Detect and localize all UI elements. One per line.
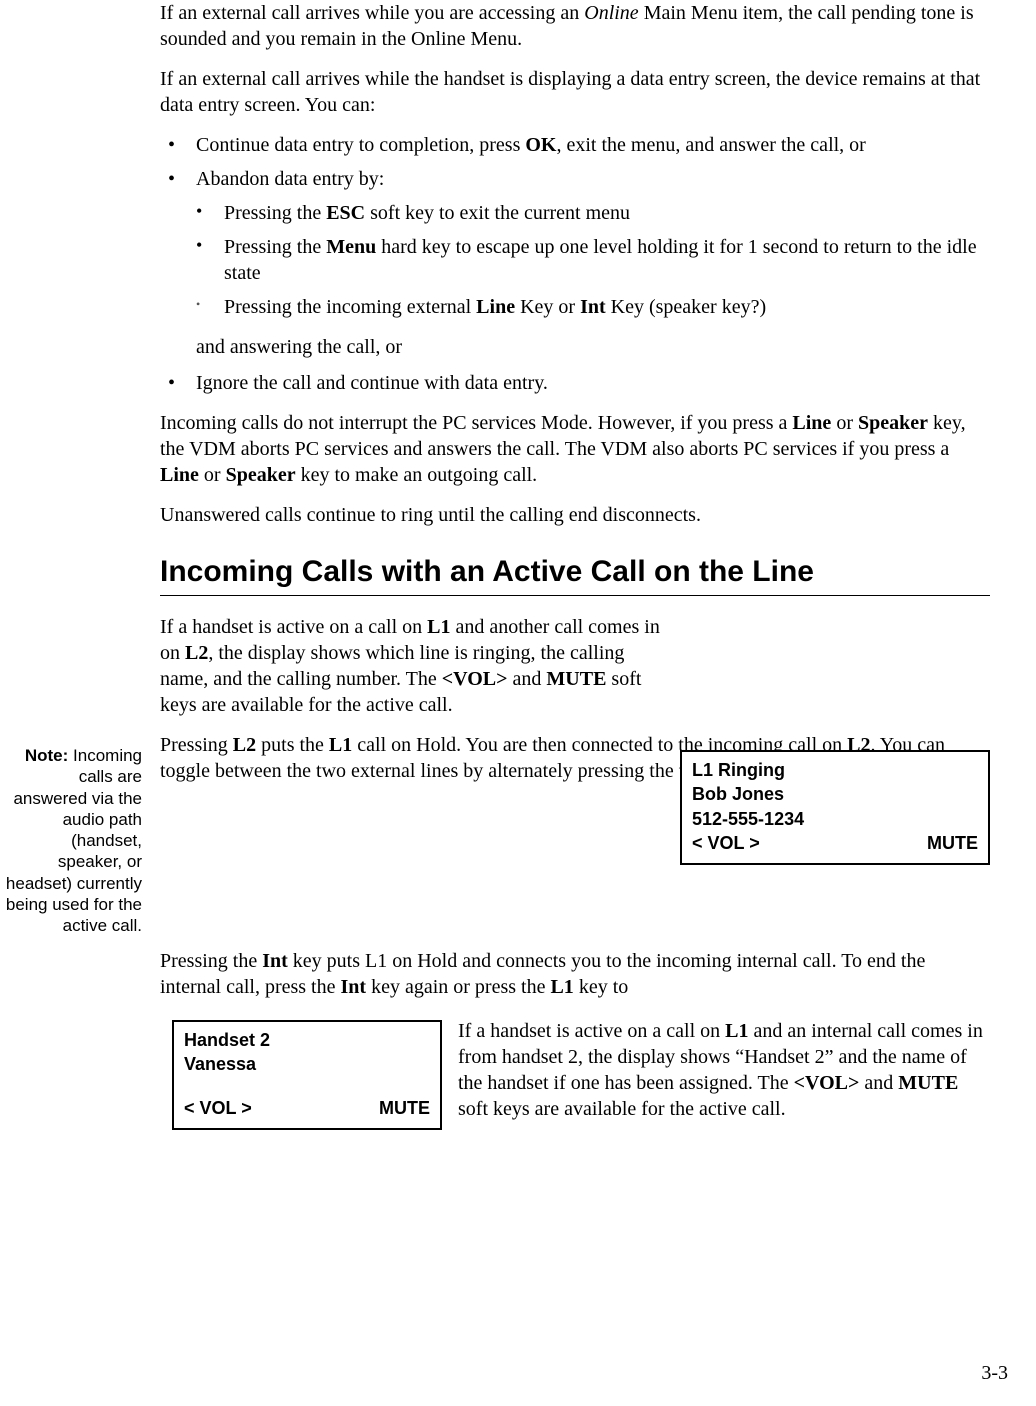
display-line: L1 Ringing bbox=[692, 758, 978, 782]
paragraph: If an external call arrives while the ha… bbox=[160, 66, 990, 118]
text: soft keys are available for the active c… bbox=[458, 1098, 786, 1120]
softkey-vol: < VOL > bbox=[692, 831, 760, 855]
text: and bbox=[508, 668, 547, 690]
display-line: 512-555-1234 bbox=[692, 807, 978, 831]
bold: ESC bbox=[326, 202, 365, 224]
bold: Line bbox=[792, 412, 831, 434]
list-item: Pressing the Menu hard key to escape up … bbox=[196, 234, 990, 286]
text: Pressing the incoming external bbox=[224, 296, 476, 318]
text: Pressing bbox=[160, 734, 233, 756]
text: and bbox=[859, 1072, 898, 1094]
paragraph: Pressing the Int key puts L1 on Hold and… bbox=[160, 948, 990, 1000]
text: If an external call arrives while you ar… bbox=[160, 2, 584, 24]
bold: Menu bbox=[326, 236, 376, 258]
text: Incoming calls do not interrupt the PC s… bbox=[160, 412, 792, 434]
margin-note: Note: Incoming calls are answered via th… bbox=[4, 745, 142, 936]
section-heading: Incoming Calls with an Active Call on th… bbox=[160, 552, 990, 591]
text: soft key to exit the current menu bbox=[365, 202, 630, 224]
bold: Int bbox=[262, 950, 288, 972]
text: key to bbox=[574, 976, 628, 998]
display-line: Vanessa bbox=[184, 1052, 430, 1076]
bold: L2 bbox=[185, 642, 208, 664]
bold: L1 bbox=[550, 976, 573, 998]
bold: L1 bbox=[427, 616, 450, 638]
bold: <VOL> bbox=[442, 668, 508, 690]
text: , exit the menu, and answer the call, or bbox=[557, 134, 866, 156]
display-line: Handset 2 bbox=[184, 1028, 430, 1052]
bold: Line bbox=[160, 464, 199, 486]
text: key to make an outgoing call. bbox=[296, 464, 538, 486]
bold: OK bbox=[525, 134, 556, 156]
bold: Speaker bbox=[226, 464, 296, 486]
text: Pressing the bbox=[224, 202, 326, 224]
paragraph: If a handset is active on a call on L1 a… bbox=[458, 1018, 990, 1122]
list-item: Ignore the call and continue with data e… bbox=[168, 370, 990, 396]
divider bbox=[160, 595, 990, 596]
text: or bbox=[199, 464, 226, 486]
list-item: Pressing the incoming external Line Key … bbox=[196, 294, 990, 320]
note-label: Note: bbox=[25, 746, 68, 765]
display-box-internal: Handset 2 Vanessa < VOL > MUTE bbox=[172, 1020, 442, 1130]
bullet-list: Continue data entry to completion, press… bbox=[168, 132, 990, 396]
bold: Line bbox=[476, 296, 515, 318]
paragraph: Incoming calls do not interrupt the PC s… bbox=[160, 410, 990, 488]
list-item: Abandon data entry by: Pressing the ESC … bbox=[168, 166, 990, 360]
text: puts the bbox=[256, 734, 329, 756]
text: If a handset is active on a call on bbox=[160, 616, 427, 638]
text: Key (speaker key?) bbox=[606, 296, 766, 318]
paragraph: Unanswered calls continue to ring until … bbox=[160, 502, 990, 528]
text: key again or press the bbox=[366, 976, 550, 998]
display-box-external: L1 Ringing Bob Jones 512-555-1234 < VOL … bbox=[680, 750, 990, 865]
text: or bbox=[831, 412, 858, 434]
text: Continue data entry to completion, press bbox=[196, 134, 525, 156]
bullet-list: Pressing the ESC soft key to exit the cu… bbox=[196, 200, 990, 320]
list-item: Pressing the ESC soft key to exit the cu… bbox=[196, 200, 990, 226]
paragraph: If an external call arrives while you ar… bbox=[160, 0, 990, 52]
text: If a handset is active on a call on bbox=[458, 1020, 725, 1042]
text: Pressing the bbox=[160, 950, 262, 972]
italic: Online bbox=[584, 2, 638, 24]
bold: Int bbox=[341, 976, 367, 998]
note-text: Incoming calls are answered via the audi… bbox=[6, 746, 142, 935]
bold: MUTE bbox=[898, 1072, 958, 1094]
paragraph: If a handset is active on a call on L1 a… bbox=[160, 614, 660, 718]
bold: Int bbox=[580, 296, 606, 318]
text: and answering the call, or bbox=[196, 334, 990, 360]
page-number: 3-3 bbox=[981, 1360, 1008, 1386]
text: Key or bbox=[515, 296, 580, 318]
bold: Speaker bbox=[858, 412, 928, 434]
bold: MUTE bbox=[546, 668, 606, 690]
softkey-mute: MUTE bbox=[927, 831, 978, 855]
softkey-vol: < VOL > bbox=[184, 1096, 252, 1120]
softkey-mute: MUTE bbox=[379, 1096, 430, 1120]
display-line: Bob Jones bbox=[692, 782, 978, 806]
bold: L1 bbox=[725, 1020, 748, 1042]
list-item: Continue data entry to completion, press… bbox=[168, 132, 990, 158]
bold: L1 bbox=[329, 734, 352, 756]
bold: L2 bbox=[233, 734, 256, 756]
text: Abandon data entry by: bbox=[196, 168, 384, 190]
bold: <VOL> bbox=[794, 1072, 860, 1094]
text: Pressing the bbox=[224, 236, 326, 258]
